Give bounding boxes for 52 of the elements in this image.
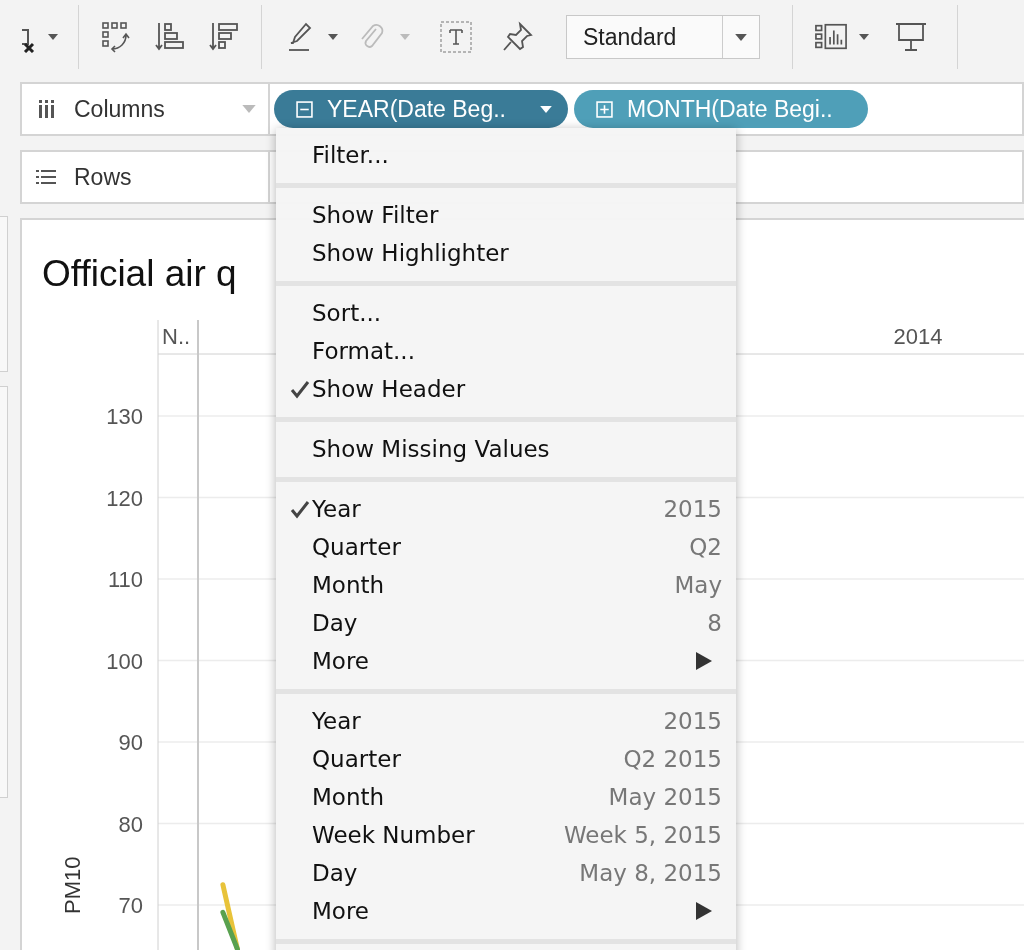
columns-icon (36, 100, 56, 118)
menu-item[interactable]: Sort... (276, 294, 736, 332)
shelf-title: Columns (74, 95, 166, 123)
axis-tick-label: 110 (107, 567, 143, 593)
axis-tick-label: 80 (118, 811, 143, 837)
view-size-dropdown[interactable]: Standard (566, 15, 760, 59)
menu-item[interactable]: Year 2015 (276, 490, 736, 528)
menu-item[interactable]: Show Filter (276, 196, 736, 234)
expand-toggle-icon[interactable] (596, 100, 613, 118)
menu-item[interactable]: Week Number Week 5, 2015 (276, 816, 736, 854)
swap-icon[interactable] (101, 21, 133, 53)
presentation-icon[interactable] (895, 21, 927, 53)
axis-tick-label: 130 (106, 404, 143, 430)
expand-toggle-icon[interactable] (296, 100, 313, 118)
text-box-icon[interactable] (440, 21, 472, 53)
shelf-title: Rows (74, 163, 133, 191)
menu-item[interactable]: Quarter Q2 (276, 528, 736, 566)
submenu-arrow-icon (696, 652, 712, 670)
caret-icon[interactable] (540, 105, 552, 113)
menu-item[interactable]: Format... (276, 332, 736, 370)
menu-item[interactable]: Day May 8, 2015 (276, 854, 736, 892)
pin-icon[interactable] (502, 21, 534, 53)
columns-shelf[interactable]: YEAR(Date Beg.. MONTH(Date Begi.. (270, 82, 1024, 136)
submenu-arrow-icon (696, 902, 712, 920)
menu-item[interactable]: Show Header (276, 370, 736, 408)
column-header: N.. (162, 324, 191, 349)
menu-item[interactable]: Month May (276, 566, 736, 604)
menu-item[interactable]: Show Missing Values (276, 430, 736, 468)
sort-descending-icon[interactable] (209, 21, 241, 53)
menu-item[interactable]: Year 2015 (276, 702, 736, 740)
menu-item[interactable]: Month May 2015 (276, 778, 736, 816)
axis-tick-label: 120 (106, 485, 143, 511)
worksheet-title: Official air q (42, 252, 237, 296)
list-icon (36, 168, 56, 186)
field-pill[interactable]: YEAR(Date Beg.. (274, 90, 568, 128)
caret-icon[interactable] (48, 34, 58, 40)
menu-item[interactable]: Day 8 (276, 604, 736, 642)
axis-tick-label: 70 (118, 893, 143, 919)
axis-tick-label: 90 (118, 730, 143, 756)
menu-item[interactable]: Show Highlighter (276, 234, 736, 272)
menu-item[interactable]: Filter... (276, 136, 736, 174)
axis-title: PM10 (60, 856, 85, 914)
caret-icon[interactable] (328, 34, 338, 40)
column-header: 2014 (893, 324, 943, 349)
caret-icon (735, 33, 747, 41)
menu-item[interactable]: Quarter Q2 2015 (276, 740, 736, 778)
axis-tick-label: 100 (106, 648, 143, 674)
caret-icon (400, 34, 410, 40)
sort-ascending-icon[interactable] (155, 21, 187, 53)
caret-icon[interactable] (859, 34, 869, 40)
menu-item[interactable]: More (276, 892, 736, 930)
menu-item[interactable]: More (276, 642, 736, 680)
